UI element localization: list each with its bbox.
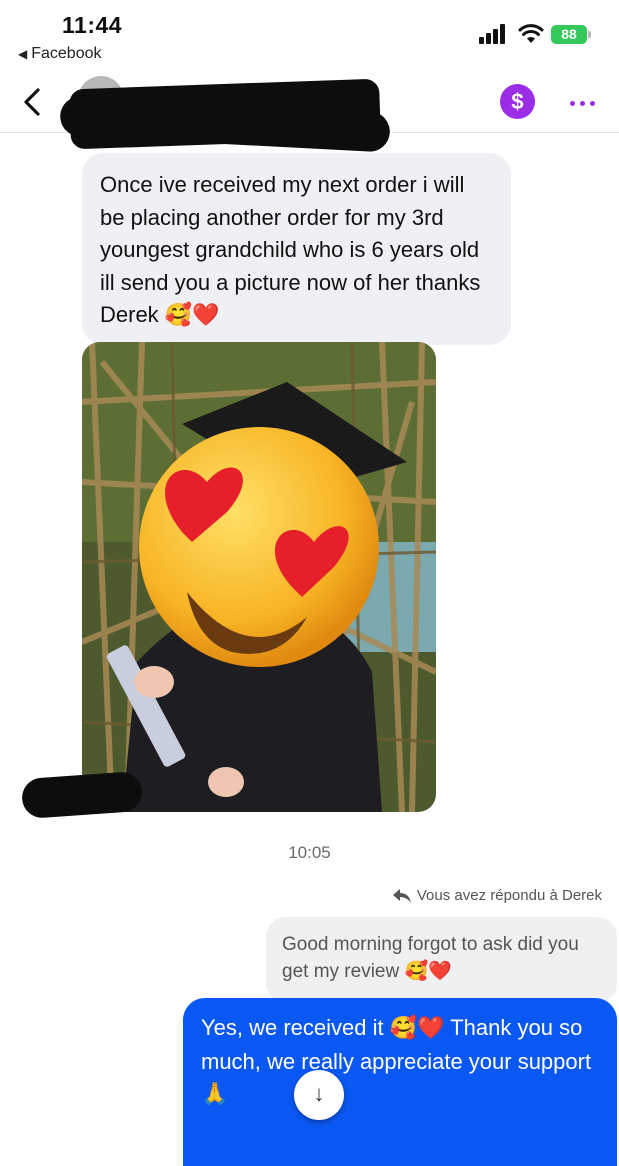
signal-bars-icon	[479, 24, 505, 44]
photo-graduate-with-emoji	[82, 342, 436, 812]
quoted-message-bubble[interactable]: Good morning forgot to ask did you get m…	[266, 917, 617, 1003]
pay-button[interactable]: $	[500, 84, 535, 119]
back-app-label: Facebook	[31, 45, 102, 62]
chat-header: $	[0, 70, 619, 153]
more-dots-icon[interactable]	[565, 88, 599, 118]
message-timestamp: 10:05	[288, 843, 331, 862]
status-time: 11:44	[62, 12, 123, 38]
back-triangle-icon: ◀	[18, 47, 28, 61]
incoming-message-bubble[interactable]: Once ive received my next order i will b…	[82, 153, 511, 345]
quoted-message-emojis: 🥰❤️	[404, 960, 452, 982]
replied-to-label: Vous avez répondu à Derek	[416, 887, 602, 904]
battery-indicator: 88	[551, 25, 591, 44]
replied-to-indicator: Vous avez répondu à Derek	[392, 887, 602, 904]
chevron-left-icon[interactable]	[14, 82, 50, 122]
wifi-icon	[518, 24, 544, 43]
shared-photo[interactable]	[82, 342, 436, 812]
redacted-sender-avatar	[20, 770, 144, 820]
outgoing-emojis: 🥰❤️	[389, 1016, 445, 1041]
outgoing-tail-emoji: 🙏	[201, 1082, 229, 1107]
arrow-down-icon[interactable]: ↓	[294, 1070, 344, 1120]
incoming-message-text: Once ive received my next order i will b…	[100, 172, 481, 327]
incoming-message-emojis: 🥰❤️	[164, 303, 220, 328]
back-to-app-link[interactable]: ◀ Facebook	[18, 45, 102, 63]
reply-arrow-icon	[392, 888, 411, 903]
outgoing-text-part-1: Yes, we received it	[201, 1015, 390, 1040]
outgoing-message-bubble[interactable]: Yes, we received it 🥰❤️ Thank you so muc…	[183, 998, 617, 1166]
status-bar: 11:44 ◀ Facebook 88	[0, 0, 619, 70]
